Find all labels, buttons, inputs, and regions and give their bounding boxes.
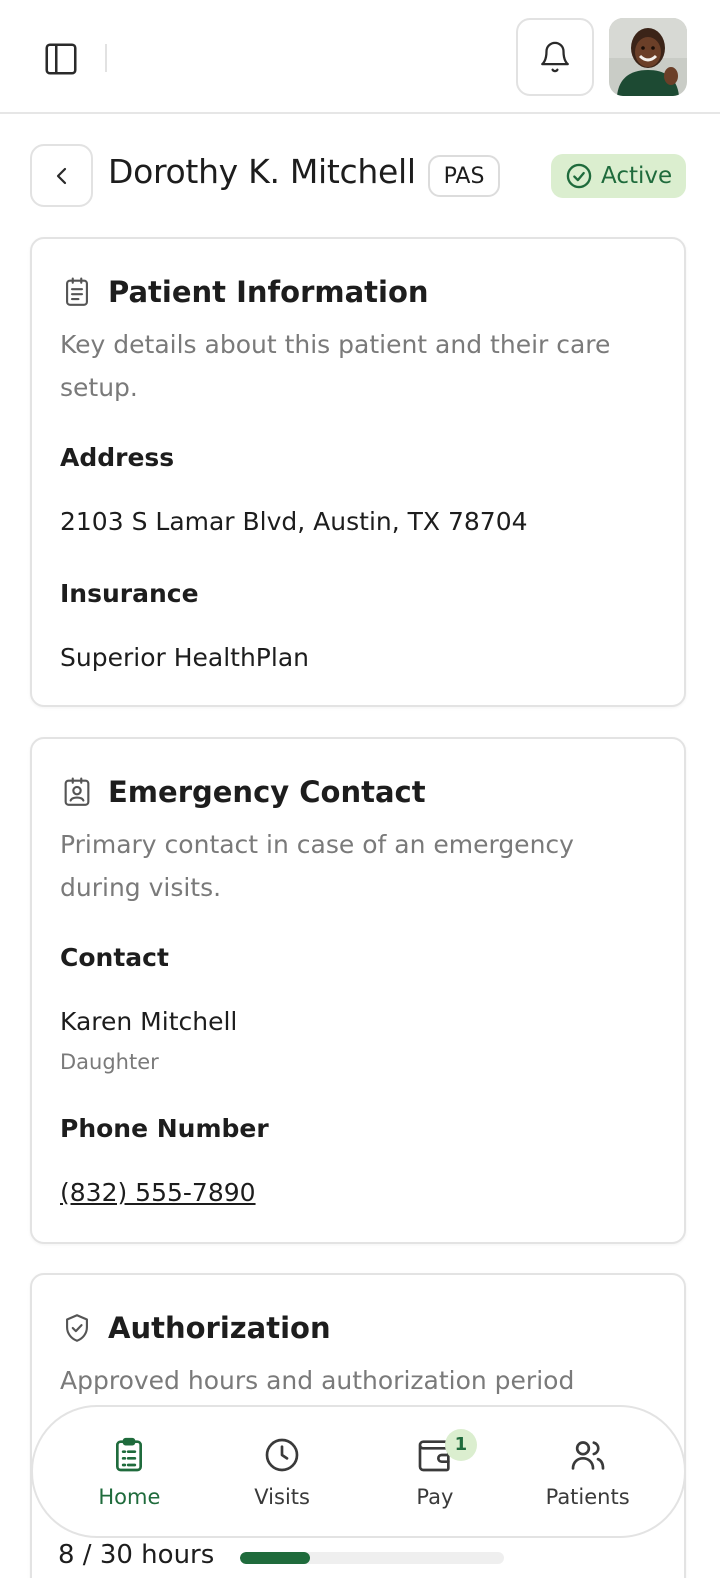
card-title: Emergency Contact [108,775,426,809]
nav-patients[interactable]: Patients [518,1417,658,1527]
emergency-contact-card: Emergency Contact Primary contact in cas… [30,737,686,1244]
hours-used-text: 8 / 30 hours [58,1540,215,1570]
clock-icon [265,1438,299,1471]
chevron-left-icon [56,167,66,184]
contact-name: Karen Mitchell [60,1007,238,1036]
sidebar-toggle-button[interactable] [38,36,84,82]
clipboard-icon [66,277,88,306]
card-description: Primary contact in case of an emergency … [60,830,574,902]
nav-label: Pay [416,1484,454,1509]
card-header: Emergency Contact [60,775,426,809]
pay-notification-badge: 1 [444,1428,477,1461]
contact-label: Contact [60,943,169,972]
patient-information-card: Patient Information Key details about th… [30,237,686,707]
notifications-button[interactable] [516,18,594,96]
card-description: Approved hours and authorization period [60,1366,575,1395]
program-badge: PAS [428,155,500,197]
status-label: Active [601,163,673,189]
clipboard-list-icon [116,1437,143,1471]
bottom-navigation: Home Visits 1 Pay Patients [31,1405,686,1538]
card-title: Authorization [108,1311,331,1345]
contact-badge-icon [64,777,90,806]
insurance-value: Superior HealthPlan [60,643,309,672]
nav-home[interactable]: Home [59,1417,199,1527]
top-bar [0,0,720,114]
hours-progress-bar [240,1552,504,1564]
card-description: Key details about this patient and their… [60,330,611,402]
users-icon [571,1440,604,1470]
avatar[interactable] [609,18,687,96]
bell-icon [541,41,569,73]
nav-visits[interactable]: Visits [212,1417,352,1527]
check-circle-icon [566,163,592,189]
insurance-label: Insurance [60,579,199,608]
card-header: Authorization [60,1311,331,1345]
nav-label: Home [98,1484,161,1509]
shield-check-icon [66,1314,88,1342]
nav-label: Patients [545,1484,630,1509]
hours-progress-fill [240,1552,311,1564]
address-value: 2103 S Lamar Blvd, Austin, TX 78704 [60,507,528,536]
address-label: Address [60,443,175,472]
sidebar-toggle-icon [45,43,77,75]
card-header: Patient Information [60,275,429,309]
phone-link[interactable]: (832) 555-7890 [60,1178,256,1207]
contact-relation: Daughter [60,1050,159,1074]
status-badge: Active [551,154,686,198]
user-photo [609,18,687,96]
card-title: Patient Information [108,275,429,309]
phone-label: Phone Number [60,1114,269,1143]
back-button[interactable] [30,144,93,207]
patient-name: Dorothy K. Mitchell [108,152,416,191]
topbar-divider [105,44,107,72]
nav-pay[interactable]: 1 Pay [365,1417,505,1527]
nav-label: Visits [254,1484,310,1509]
